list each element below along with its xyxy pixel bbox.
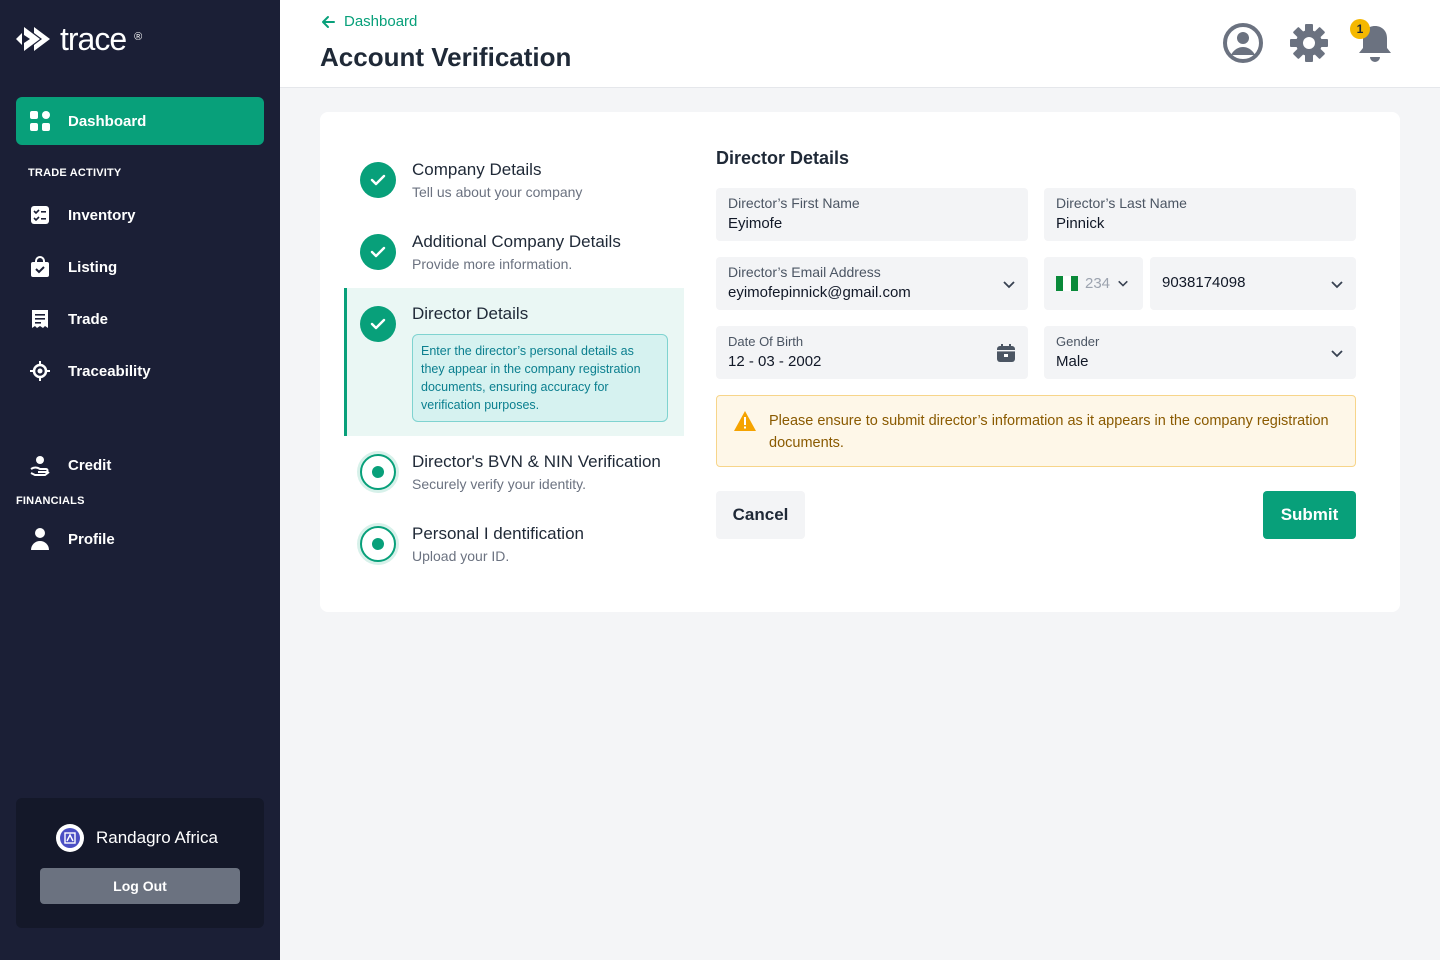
calendar-icon[interactable] (996, 343, 1016, 363)
shopping-bag-check-icon (28, 255, 52, 279)
warning-triangle-icon (734, 411, 756, 431)
field-label: Date Of Birth (728, 334, 804, 349)
section-title-trade-activity: TRADE ACTIVITY (28, 167, 122, 179)
field-label: Gender (1056, 334, 1100, 349)
radio-pending-icon (360, 526, 396, 562)
field-value: 12 - 03 - 2002 (728, 353, 822, 370)
brand-name: trace (60, 20, 127, 57)
trace-logo[interactable]: trace ® (16, 20, 143, 57)
step-title: Company Details (412, 160, 542, 179)
sidebar-item-label: Trade (68, 310, 109, 328)
notifications-button[interactable]: 1 (1350, 19, 1396, 64)
warning-alert: Please ensure to submit director’s infor… (716, 395, 1356, 467)
step-subtitle: Securely verify your identity. (412, 476, 587, 492)
hand-coin-icon (28, 453, 52, 477)
step-title: Personal I dentification (412, 524, 584, 543)
user-circle-icon (1223, 23, 1263, 63)
warning-alert-text: Please ensure to submit director’s infor… (769, 413, 1329, 451)
verification-card: Company Details Tell us about your compa… (320, 112, 1400, 612)
chevron-down-icon (1003, 280, 1015, 288)
sidebar-item-label: Dashboard (68, 112, 147, 130)
first-name-field[interactable]: Director’s First Name Eyimofe (716, 188, 1028, 241)
step-additional-company-details[interactable]: Additional Company Details Provide more … (344, 232, 684, 280)
organization-avatar (56, 824, 84, 852)
field-value: Eyimofe (728, 215, 783, 232)
sidebar-item-inventory[interactable]: Inventory (28, 201, 264, 229)
check-icon (360, 306, 396, 342)
last-name-field[interactable]: Director’s Last Name Pinnick (1044, 188, 1356, 241)
arrow-left-icon (322, 15, 335, 28)
chevron-down-icon (1118, 280, 1128, 287)
nigeria-flag-icon (1056, 276, 1078, 291)
form-title: Director Details (716, 148, 850, 168)
gear-icon (1290, 24, 1328, 62)
header-actions: 1 (1222, 19, 1396, 64)
sidebar-item-label: Listing (68, 258, 118, 276)
sidebar-item-label: Traceability (68, 362, 151, 380)
dashboard-grid-icon (28, 109, 52, 133)
sidebar-item-label: Profile (68, 530, 115, 548)
step-title: Director's BVN & NIN Verification (412, 452, 661, 471)
field-value: eyimofepinnick@gmail.com (728, 284, 911, 301)
sidebar-item-credit[interactable]: Credit (28, 451, 264, 479)
country-code-select[interactable]: 234 (1044, 257, 1143, 310)
section-title-financials: FINANCIALS (16, 495, 85, 507)
email-field[interactable]: Director’s Email Address eyimofepinnick@… (716, 257, 1028, 310)
field-value: Pinnick (1056, 215, 1105, 232)
field-value: 9038174098 (1162, 274, 1246, 291)
user-avatar-button[interactable] (1222, 22, 1264, 64)
field-value: Male (1056, 353, 1089, 370)
organization-logo-icon (60, 828, 80, 848)
sidebar-item-trade[interactable]: Trade (28, 305, 264, 333)
registered-mark: ® (134, 31, 143, 43)
step-personal-identification[interactable]: Personal I dentification Upload your ID. (344, 524, 684, 572)
settings-button[interactable] (1288, 22, 1330, 64)
field-label: Director’s Email Address (728, 264, 881, 280)
sidebar-item-listing[interactable]: Listing (28, 253, 264, 281)
date-of-birth-field[interactable]: Date Of Birth 12 - 03 - 2002 (716, 326, 1028, 379)
organization-row: Randagro Africa (56, 824, 218, 852)
country-code-value: 234 (1085, 275, 1111, 292)
gender-select[interactable]: Gender Male (1044, 326, 1356, 379)
step-bvn-nin-verification[interactable]: Director's BVN & NIN Verification Secure… (344, 452, 684, 500)
sidebar-item-traceability[interactable]: Traceability (28, 357, 264, 385)
cancel-button[interactable]: Cancel (716, 491, 805, 539)
step-subtitle: Provide more information. (412, 256, 573, 272)
chevron-down-icon (1331, 349, 1343, 357)
step-director-details[interactable]: Director Details Enter the director’s pe… (344, 288, 684, 436)
back-to-dashboard-link[interactable]: Dashboard (320, 13, 417, 30)
step-title: Additional Company Details (412, 232, 621, 251)
sidebar-item-label: Credit (68, 456, 112, 474)
logout-button[interactable]: Log Out (40, 868, 240, 904)
check-icon (360, 234, 396, 270)
trace-logo-icon (16, 27, 50, 51)
organization-name: Randagro Africa (96, 828, 218, 847)
target-icon (28, 359, 52, 383)
notification-badge: 1 (1350, 19, 1370, 39)
field-label: Director’s Last Name (1056, 195, 1187, 211)
check-icon (360, 162, 396, 198)
back-link-label: Dashboard (344, 13, 418, 30)
page-header: Dashboard Account Verification 1 (280, 0, 1440, 88)
radio-pending-icon (360, 454, 396, 490)
receipt-icon (28, 307, 52, 331)
step-note: Enter the director’s personal details as… (412, 334, 668, 422)
sidebar-item-profile[interactable]: Profile (28, 525, 264, 553)
sidebar-item-label: Inventory (68, 206, 136, 224)
user-icon (28, 527, 52, 551)
field-label: Director’s First Name (728, 195, 860, 211)
submit-button[interactable]: Submit (1263, 491, 1356, 539)
step-company-details[interactable]: Company Details Tell us about your compa… (344, 160, 684, 208)
chevron-down-icon (1331, 280, 1343, 288)
sidebar-item-dashboard[interactable]: Dashboard (16, 97, 264, 145)
step-subtitle: Upload your ID. (412, 548, 510, 564)
page-title: Account Verification (320, 42, 572, 72)
organization-card: Randagro Africa Log Out (16, 798, 264, 928)
phone-number-field[interactable]: 9038174098 (1150, 257, 1356, 310)
step-subtitle: Tell us about your company (412, 184, 583, 200)
step-title: Director Details (412, 304, 529, 323)
checklist-icon (28, 203, 52, 227)
sidebar: trace ® Dashboard TRADE ACTIVITY Invento… (0, 0, 280, 960)
